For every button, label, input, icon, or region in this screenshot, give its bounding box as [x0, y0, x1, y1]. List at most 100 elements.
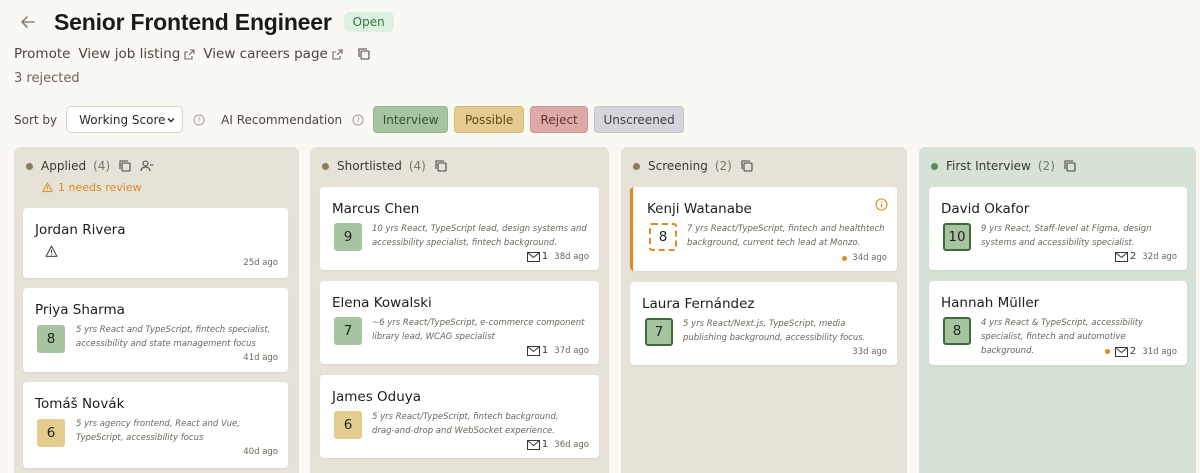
column-count: (2)	[1037, 159, 1055, 173]
help-icon[interactable]: ?	[193, 114, 205, 126]
filter-unscreened[interactable]: Unscreened	[594, 106, 685, 133]
candidate-card[interactable]: Kenji Watanabe 8 7 yrs React/TypeScript,…	[630, 187, 897, 271]
filter-reject[interactable]: Reject	[530, 106, 589, 133]
unread-dot	[1104, 349, 1110, 354]
column-title: Applied	[41, 159, 87, 173]
candidate-summary: 5 yrs React/TypeScript, fintech backgrou…	[372, 412, 559, 436]
messages-count[interactable]: 2	[1114, 251, 1137, 262]
page-title: Senior Frontend Engineer	[54, 8, 332, 35]
card-meta: 33d ago	[852, 347, 887, 357]
status-dot	[633, 162, 640, 170]
candidate-name: Hannah Müller	[941, 295, 1040, 311]
mail-icon	[526, 345, 540, 356]
help-icon[interactable]: ?	[352, 114, 364, 126]
score-badge: 10	[943, 223, 971, 251]
card-meta: 2 32d ago	[1114, 251, 1177, 262]
svg-text:?: ?	[197, 116, 201, 124]
candidate-summary: 5 yrs React and TypeScript, fintech spec…	[76, 325, 271, 349]
score-badge: 9	[334, 223, 362, 251]
promote-link[interactable]: Promote	[14, 46, 70, 62]
card-age: 32d ago	[1142, 251, 1177, 262]
score-badge: 8	[943, 317, 971, 345]
back-arrow-icon[interactable]	[14, 8, 42, 36]
column-header: Screening (2)	[633, 159, 754, 173]
warning-icon	[42, 182, 53, 193]
score-badge: 8	[37, 325, 65, 353]
messages-count[interactable]: 1	[526, 251, 548, 262]
status-dot	[931, 162, 938, 170]
filter-possible[interactable]: Possible	[454, 106, 525, 133]
copy-icon[interactable]	[434, 159, 448, 173]
messages-number: 2	[1129, 346, 1137, 357]
candidate-summary: 5 yrs agency frontend, React and Vue, Ty…	[76, 419, 240, 443]
copy-icon[interactable]	[357, 47, 371, 61]
score-badge: 6	[334, 411, 362, 439]
column-shortlisted: Shortlisted (4) Marcus Chen 9 10 yrs Rea…	[310, 147, 609, 473]
copy-icon[interactable]	[1063, 159, 1077, 173]
chevron-down-icon	[167, 117, 175, 123]
candidate-card[interactable]: Jordan Rivera 25d ago	[23, 208, 288, 278]
mail-icon	[1114, 251, 1128, 262]
card-meta: 2 31d ago	[1104, 346, 1177, 357]
filter-interview[interactable]: Interview	[373, 106, 449, 133]
external-link-icon	[332, 48, 343, 60]
view-careers-page-label: View careers page	[203, 46, 328, 62]
column-count: (2)	[714, 159, 732, 173]
sort-select[interactable]: Working Score	[66, 106, 184, 133]
card-meta: 1 37d ago	[526, 345, 589, 356]
column-title: Screening	[648, 159, 708, 173]
column-first-interview: First Interview (2) David Okafor 10 9 yr…	[919, 147, 1196, 473]
rejected-count[interactable]: 3 rejected	[14, 71, 80, 86]
candidate-card[interactable]: Priya Sharma 8 5 yrs React and TypeScrip…	[23, 288, 288, 372]
candidate-name: James Oduya	[332, 389, 422, 405]
candidate-summary: ~6 yrs React/TypeScript, e-commerce comp…	[372, 318, 585, 342]
job-links: Promote View job listing View careers pa…	[14, 46, 371, 62]
candidate-name: Laura Fernández	[642, 296, 755, 312]
column-title: First Interview	[946, 159, 1031, 173]
card-age: 37d ago	[554, 345, 589, 356]
toolbar: Sort by Working Score ? AI Recommendatio…	[14, 106, 685, 133]
card-meta: 40d ago	[243, 447, 278, 457]
sort-select-value: Working Score	[79, 112, 166, 127]
ai-recommendation-label: AI Recommendation	[221, 112, 343, 127]
score-badge: 7	[334, 317, 362, 345]
status-badge: Open	[343, 12, 394, 32]
view-careers-page-link[interactable]: View careers page	[203, 46, 343, 62]
card-age: 36d ago	[554, 439, 589, 450]
messages-number: 1	[541, 439, 549, 450]
candidate-summary: 10 yrs React, TypeScript lead, design sy…	[372, 224, 587, 248]
remove-user-icon[interactable]	[140, 159, 154, 173]
needs-review-notice[interactable]: 1 needs review	[42, 181, 142, 194]
candidate-card[interactable]: Hannah Müller 8 4 yrs React & TypeScript…	[929, 281, 1187, 365]
candidate-name: Marcus Chen	[332, 201, 420, 217]
card-age: 31d ago	[1142, 346, 1177, 357]
messages-count[interactable]: 1	[526, 439, 549, 450]
unread-dot	[842, 255, 848, 261]
copy-icon[interactable]	[118, 159, 132, 173]
card-age: 38d ago	[554, 251, 589, 262]
candidate-name: Priya Sharma	[35, 302, 125, 318]
candidate-card[interactable]: David Okafor 10 9 yrs React, Staff-level…	[929, 187, 1187, 270]
card-age: 41d ago	[243, 353, 278, 363]
candidate-name: Kenji Watanabe	[647, 201, 752, 217]
page-header: Senior Frontend Engineer Open	[14, 8, 394, 36]
sort-label: Sort by	[14, 112, 58, 127]
column-title: Shortlisted	[337, 159, 402, 173]
info-icon[interactable]	[875, 198, 888, 211]
candidate-card[interactable]: Tomáš Novák 6 5 yrs agency frontend, Rea…	[23, 382, 288, 468]
mail-icon	[1114, 346, 1128, 357]
card-meta: 1 36d ago	[526, 439, 589, 450]
column-screening: Screening (2) Kenji Watanabe 8 7 yrs Rea…	[621, 147, 907, 473]
candidate-card[interactable]: Laura Fernández 7 5 yrs React/Next.js, T…	[630, 282, 897, 365]
messages-count[interactable]: 2	[1114, 346, 1137, 357]
candidate-card[interactable]: James Oduya 6 5 yrs React/TypeScript, fi…	[320, 375, 599, 458]
copy-icon[interactable]	[740, 159, 754, 173]
candidate-summary: 5 yrs React/Next.js, TypeScript, media p…	[683, 319, 866, 343]
external-link-icon	[184, 48, 195, 60]
view-job-listing-link[interactable]: View job listing	[78, 46, 195, 62]
card-age: 33d ago	[852, 347, 887, 357]
messages-count[interactable]: 1	[526, 345, 548, 356]
candidate-card[interactable]: Marcus Chen 9 10 yrs React, TypeScript l…	[320, 187, 599, 270]
messages-number: 2	[1129, 251, 1137, 262]
candidate-card[interactable]: Elena Kowalski 7 ~6 yrs React/TypeScript…	[320, 281, 599, 364]
